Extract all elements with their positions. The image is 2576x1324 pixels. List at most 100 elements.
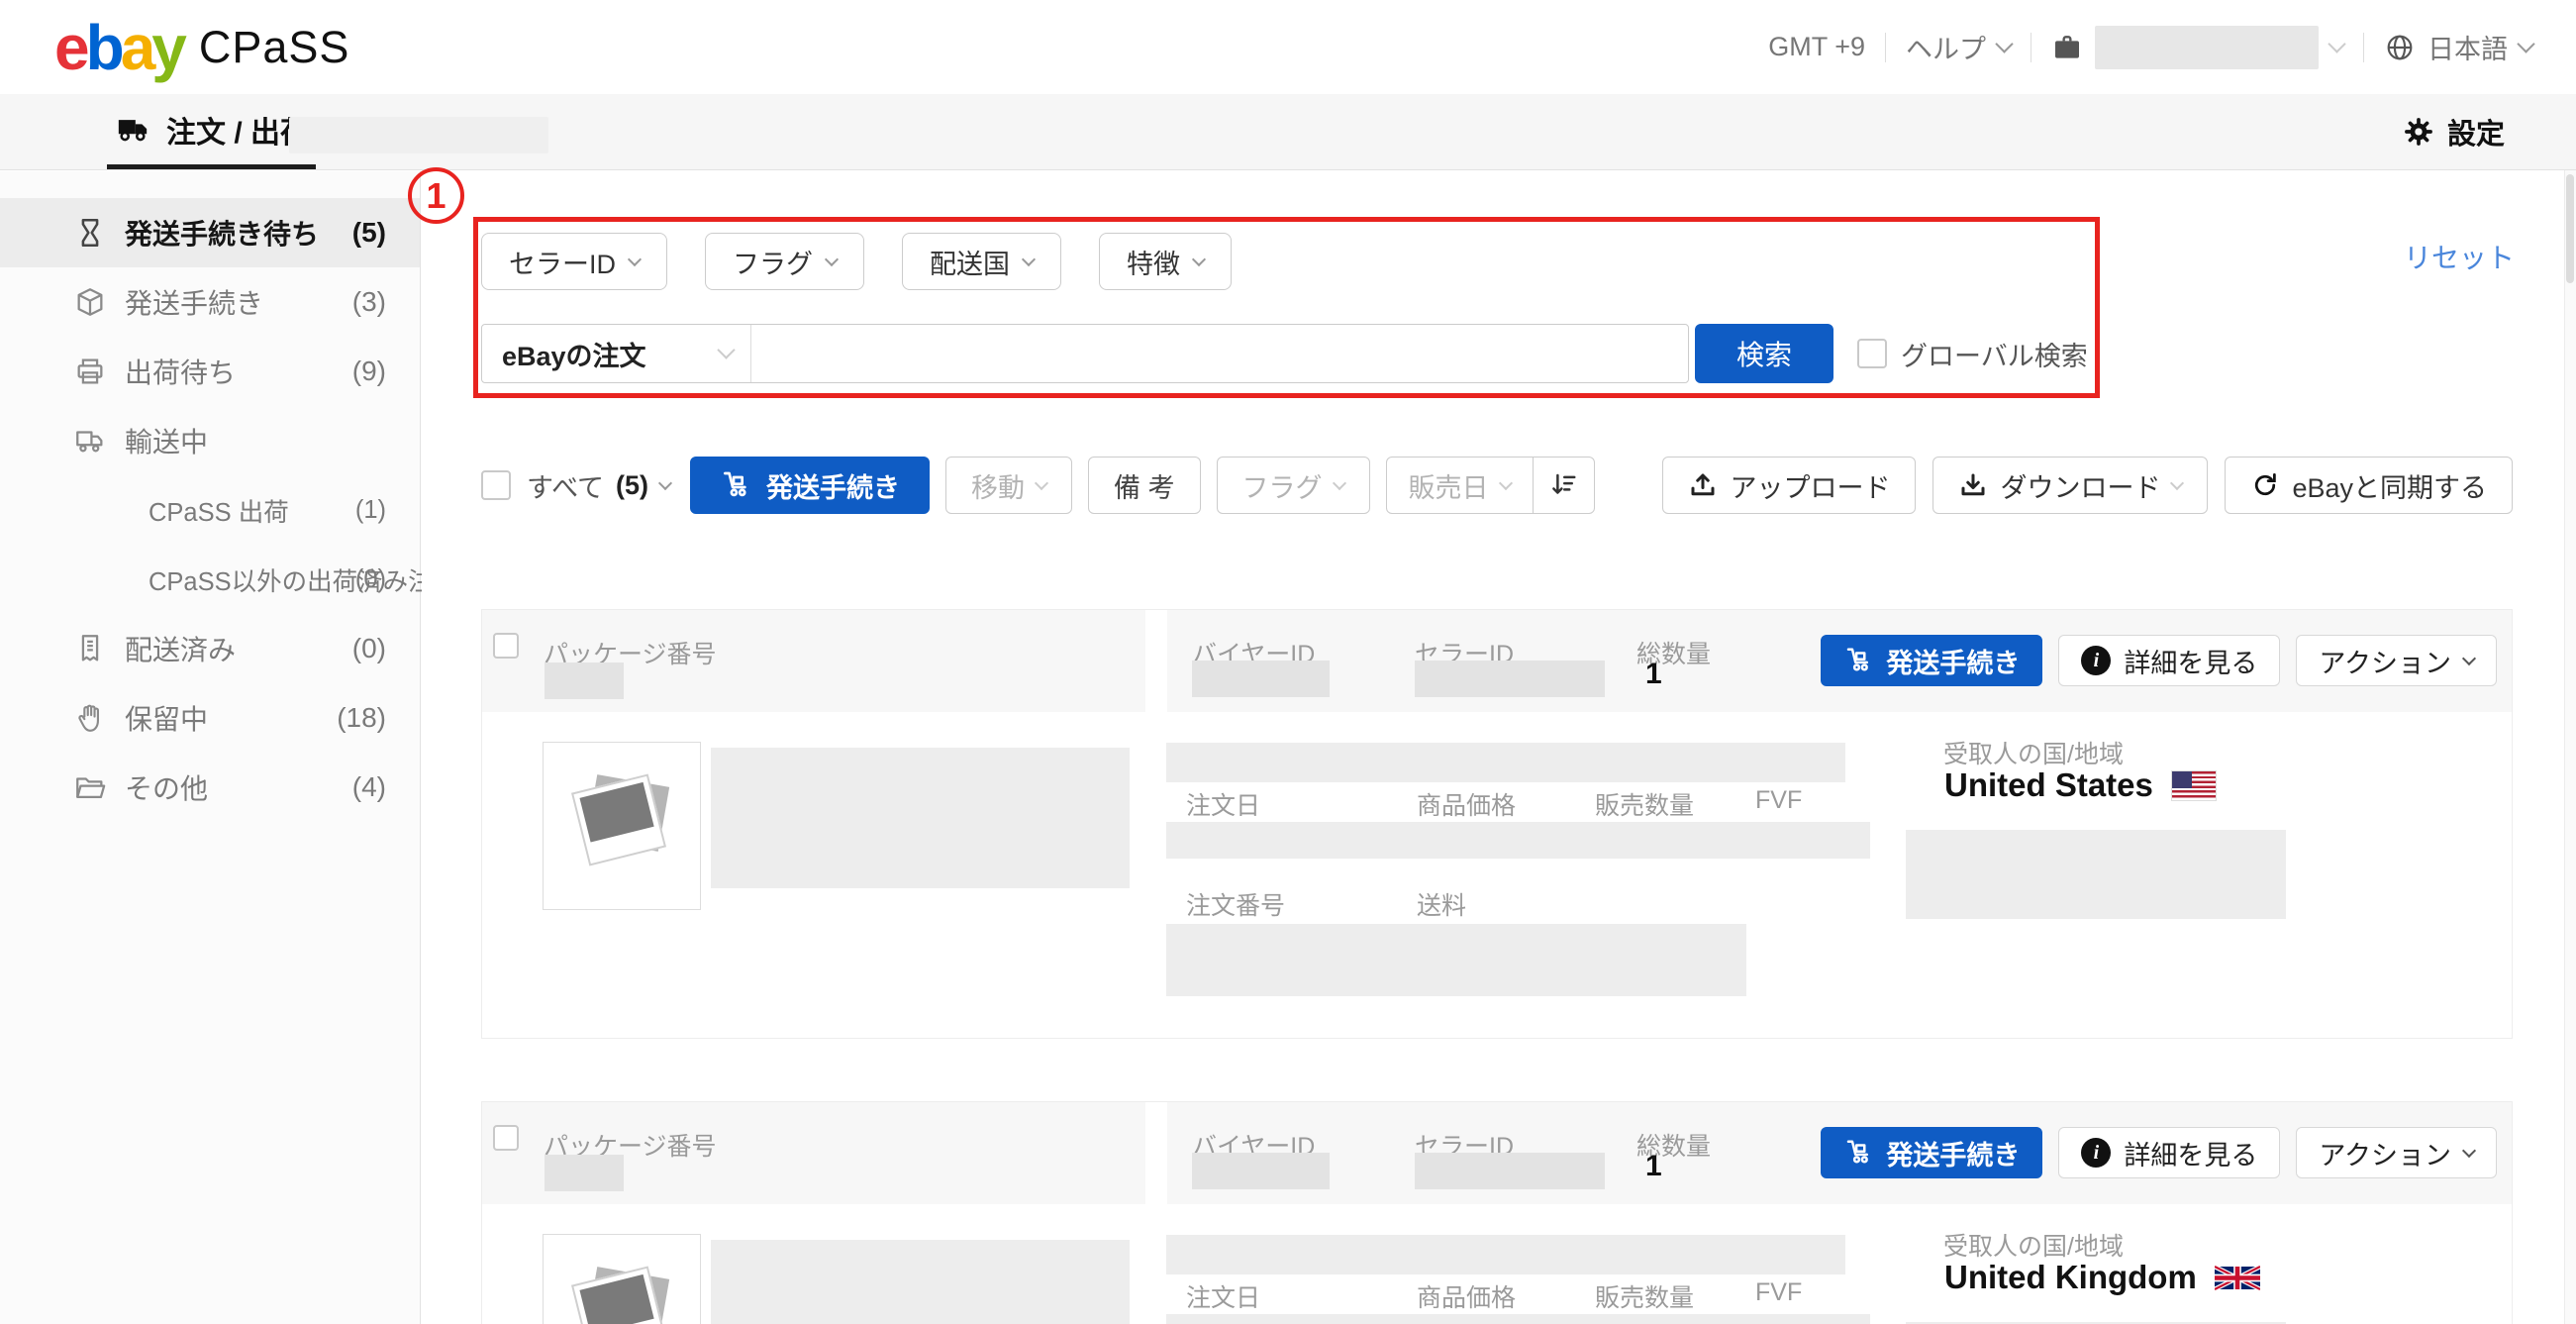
view-details-button[interactable]: 詳細を見る [2058,635,2280,686]
cpass-logo-text: CPaSS [199,22,350,73]
global-search-checkbox[interactable] [1857,339,1887,368]
order-card-header: パッケージ番号 バイヤーID セラーID 総数量 1 発送手続き 詳細を見る ア… [482,610,2512,712]
sidebar-item-awaiting-shipping[interactable]: 発送手続き待ち (5) [0,198,420,267]
globe-icon [2384,32,2416,63]
hourglass-icon [73,215,109,251]
filter-seller-id[interactable]: セラーID [481,233,667,290]
handtruck-icon [1843,646,1873,675]
gear-icon [2402,115,2435,149]
seller-id-redacted [1415,661,1605,697]
sidebar-item-awaiting-dispatch[interactable]: 出荷待ち (9) [0,337,420,406]
photo-icon [571,1266,666,1324]
refresh-icon [2250,470,2280,500]
seller-id-redacted [1415,1153,1605,1189]
sidebar-item-on-hold[interactable]: 保留中 (18) [0,683,420,753]
hand-icon [73,700,109,736]
recipient-address-redacted [1906,830,2286,919]
handtruck-icon [720,469,751,501]
search-button[interactable]: 検索 [1695,324,1833,383]
view-details-button[interactable]: 詳細を見る [2058,1127,2280,1178]
order-actions: 発送手続き 詳細を見る アクション [1821,1127,2497,1178]
select-all-checkbox[interactable] [481,470,511,500]
ship-button[interactable]: 発送手続き [1821,635,2042,686]
package-icon [73,284,109,320]
product-image-placeholder [543,1234,701,1324]
us-flag-icon [2171,770,2217,801]
sidebar-item-cpass-shipments[interactable]: CPaSS 出荷 (1) [0,475,420,545]
bulk-ship-button[interactable]: 発送手続き [690,457,930,514]
order-date-label: 注文日 [1186,1278,1260,1314]
uk-flag-icon [2215,1263,2260,1293]
account-name-redacted [2095,26,2319,69]
annotation-circle-1: 1 [408,167,464,224]
chevron-down-icon [2462,1143,2476,1157]
sidebar-item-shipping-process[interactable]: 発送手続き (3) [0,267,420,337]
header-right: GMT +9 ヘルプ 日本語 [1768,26,2532,69]
download-button[interactable]: ダウンロード [1932,457,2208,514]
chevron-down-icon [1022,252,1036,265]
chevron-down-icon [1995,35,2013,52]
reset-link[interactable]: リセット [2404,237,2515,276]
buyer-id-redacted [1192,1153,1330,1189]
help-menu[interactable]: ヘルプ [1906,28,2011,66]
timezone-label: GMT +9 [1768,32,1865,62]
item-title-redacted [711,1240,1130,1324]
order-number-label: 注文番号 [1186,886,1285,922]
folder-icon [73,769,109,805]
main-content: セラーID フラグ 配送国 特徴 eBayの注文 検索 グローバル検索 リセット… [422,171,2564,1324]
upload-button[interactable]: アップロード [1662,457,1916,514]
chevron-down-icon [658,475,672,489]
flag-button[interactable]: フラグ [1217,457,1370,514]
action-dropdown[interactable]: アクション [2296,635,2497,686]
tab-redacted [289,117,548,153]
chevron-down-icon [1192,252,1206,265]
info-icon [2081,1138,2111,1168]
item-title-redacted [711,748,1130,888]
sidebar-item-delivered[interactable]: 配送済み (0) [0,614,420,683]
filter-flag[interactable]: フラグ [705,233,864,290]
select-all-dropdown[interactable]: すべて(5) [527,466,670,505]
shipping-fee-label: 送料 [1417,886,1466,922]
order-checkbox[interactable] [493,633,519,659]
filter-destination-country[interactable]: 配送国 [902,233,1061,290]
ship-button[interactable]: 発送手続き [1821,1127,2042,1178]
order-card-header: パッケージ番号 バイヤーID セラーID 総数量 1 発送手続き 詳細を見る ア… [482,1102,2512,1204]
language-menu[interactable]: 日本語 [2384,28,2532,66]
search-type-select[interactable]: eBayの注文 [482,325,751,382]
global-search: グローバル検索 [1857,335,2088,373]
item-price-label: 商品価格 [1417,1278,1516,1314]
sale-date-button[interactable]: 販売日 [1387,458,1533,513]
recipient-country: United Kingdom [1944,1259,2260,1296]
sidebar-item-non-cpass-shipped[interactable]: CPaSS以外の出荷済み注文 (0) [0,545,420,614]
note-button[interactable]: 備 考 [1088,457,1201,514]
scrollbar-thumb[interactable] [2566,174,2574,283]
settings-button[interactable]: 設定 [2402,94,2505,169]
account-menu[interactable] [2051,26,2343,69]
filter-attributes[interactable]: 特徴 [1099,233,1232,290]
order-checkbox[interactable] [493,1125,519,1151]
chevron-down-icon [2517,35,2534,52]
action-dropdown[interactable]: アクション [2296,1127,2497,1178]
sidebar-item-in-transit[interactable]: 輸送中 [0,406,420,475]
total-qty-value: 1 [1645,658,1662,691]
vertical-scrollbar[interactable] [2564,95,2576,1324]
sidebar-item-others[interactable]: その他 (4) [0,753,420,822]
tab-orders-shipping[interactable]: 注文 / 出荷 [107,94,316,169]
order-card-body: 注文日 商品価格 販売数量 FVF 注文番号 送料 受取人の国/地域 Unite… [482,1204,2512,1324]
sort-group: 販売日 [1386,457,1595,514]
chevron-down-icon [1035,475,1048,489]
search-row: eBayの注文 検索 グローバル検索 [481,324,2088,383]
truck-icon [113,113,152,147]
chevron-down-icon [2462,651,2476,664]
order-card: パッケージ番号 バイヤーID セラーID 総数量 1 発送手続き 詳細を見る ア… [481,1101,2513,1324]
search-input[interactable] [751,325,1688,382]
sold-qty-label: 販売数量 [1595,786,1694,822]
sync-ebay-button[interactable]: eBayと同期する [2225,457,2513,514]
fvf-label: FVF [1755,786,1802,815]
move-button[interactable]: 移動 [945,457,1072,514]
info-icon [2081,646,2111,675]
order-date-label: 注文日 [1186,786,1260,822]
recipient-country-label: 受取人の国/地域 [1943,1227,2124,1263]
chevron-down-icon [717,341,735,358]
sort-order-button[interactable] [1533,458,1594,513]
